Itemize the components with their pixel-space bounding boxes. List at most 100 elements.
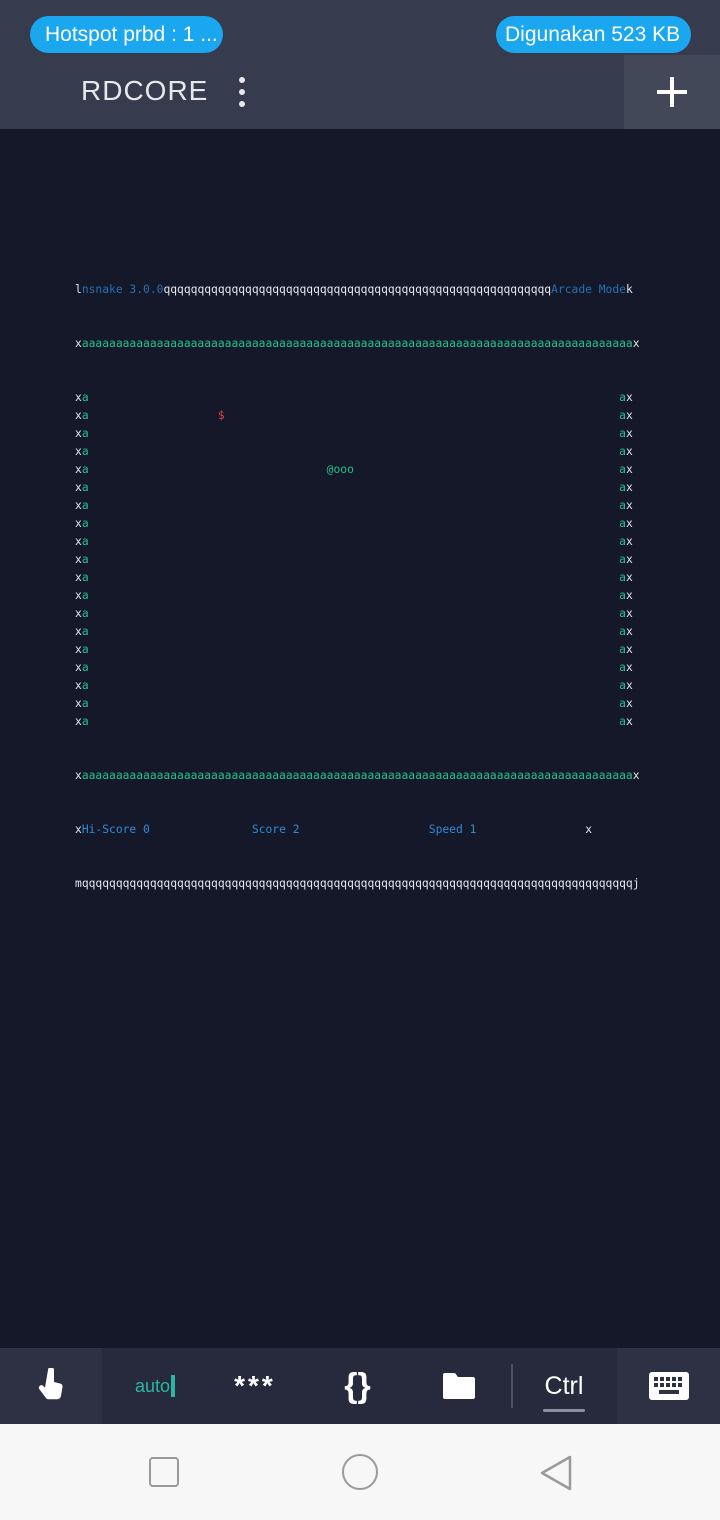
- speed-label: Speed: [428, 823, 463, 836]
- side-char: x: [625, 643, 633, 656]
- corner-char: j: [632, 877, 640, 890]
- side-char: x: [75, 823, 82, 836]
- app-title: RDCORE: [81, 75, 209, 106]
- side-char: x: [625, 679, 633, 692]
- side-char: x: [75, 607, 82, 620]
- side-char: x: [625, 463, 633, 476]
- inner-side-char: a: [619, 409, 626, 422]
- hi-score-value: 0: [143, 823, 150, 836]
- side-char: x: [75, 517, 82, 530]
- hotspot-pill[interactable]: Hotspot prbd : 1 ...: [30, 16, 223, 53]
- game-header-row: lnsnake 3.0.0qqqqqqqqqqqqqqqqqqqqqqqqqqq…: [75, 281, 640, 299]
- inner-wall: aaaaaaaaaaaaaaaaaaaaaaaaaaaaaaaaaaaaaaaa…: [81, 769, 633, 782]
- play-field-row: xa ax: [75, 587, 640, 605]
- corner-char: l: [75, 283, 82, 296]
- inner-side-char: a: [81, 697, 89, 710]
- inner-side-char: a: [619, 571, 626, 584]
- toolbar-divider: [511, 1364, 513, 1408]
- inner-side-char: a: [81, 499, 89, 512]
- side-char: x: [625, 517, 633, 530]
- snake: @ooo: [326, 463, 354, 476]
- inner-side-char: a: [81, 409, 89, 422]
- score-value: 2: [292, 823, 300, 836]
- inner-side-char: a: [619, 607, 626, 620]
- game-version: nsnake 3.0.0: [81, 283, 164, 296]
- inner-side-char: a: [81, 571, 89, 584]
- side-char: x: [625, 607, 633, 620]
- inner-wall: aaaaaaaaaaaaaaaaaaaaaaaaaaaaaaaaaaaaaaaa…: [81, 337, 633, 350]
- game-mode: Arcade Mode: [551, 283, 626, 296]
- inner-side-char: a: [619, 499, 626, 512]
- play-field: xa ax xa $ ax xa ax xa ax xa @ooo ax xa …: [75, 389, 640, 731]
- side-char: x: [625, 715, 633, 728]
- side-char: x: [625, 553, 633, 566]
- side-char: x: [625, 499, 633, 512]
- ctrl-key-button[interactable]: Ctrl: [520, 1348, 608, 1424]
- play-field-row: xa ax: [75, 551, 640, 569]
- play-field-row: xa ax: [75, 443, 640, 461]
- side-char: x: [632, 337, 640, 350]
- inner-side-char: a: [619, 391, 626, 404]
- triangle-back-icon[interactable]: [538, 1454, 574, 1492]
- inner-wall-top-row: xaaaaaaaaaaaaaaaaaaaaaaaaaaaaaaaaaaaaaaa…: [75, 335, 640, 353]
- snippets-button[interactable]: {}: [310, 1348, 405, 1424]
- inner-side-char: a: [81, 607, 89, 620]
- circle-home-icon[interactable]: [342, 1454, 378, 1490]
- score-label: Score: [251, 823, 286, 836]
- speed-value: 1: [469, 823, 477, 836]
- side-char: x: [75, 661, 82, 674]
- inner-side-char: a: [81, 517, 89, 530]
- more-vert-icon[interactable]: [226, 71, 258, 113]
- terminal-screen[interactable]: lnsnake 3.0.0 qqqqqqqqqqqqqqqqqqqqqqqqqqq…: [75, 245, 640, 911]
- files-button[interactable]: [410, 1348, 508, 1424]
- food-item: $: [217, 409, 225, 422]
- inner-side-char: a: [619, 643, 626, 656]
- play-field-row: xa ax: [75, 623, 640, 641]
- bottom-border-row: mqqqqqqqqqqqqqqqqqqqqqqqqqqqqqqqqqqqqqqq…: [75, 875, 640, 893]
- inner-side-char: a: [81, 715, 89, 728]
- keyboard-toggle-button[interactable]: [617, 1348, 720, 1424]
- side-char: x: [75, 409, 82, 422]
- inner-side-char: a: [619, 427, 626, 440]
- add-session-button[interactable]: [624, 55, 720, 129]
- bottom-border: qqqqqqqqqqqqqqqqqqqqqqqqqqqqqqqqqqqqqqqq…: [81, 877, 633, 890]
- data-usage-pill[interactable]: Digunakan 523 KB: [496, 16, 691, 53]
- square-recents-icon[interactable]: [149, 1457, 179, 1487]
- side-char: x: [75, 445, 82, 458]
- hi-score-label: Hi-Score: [81, 823, 137, 836]
- inner-side-char: a: [81, 625, 89, 638]
- corner-char: m: [75, 877, 82, 890]
- inner-side-char: a: [619, 553, 626, 566]
- auto-mode-button[interactable]: auto: [110, 1348, 200, 1424]
- play-field-row: xa ax: [75, 713, 640, 731]
- password-button[interactable]: ***: [205, 1348, 305, 1424]
- inner-side-char: a: [619, 481, 626, 494]
- inner-side-char: a: [81, 463, 89, 476]
- side-char: x: [75, 643, 82, 656]
- status-bar: Hotspot prbd : 1 ... Digunakan 523 KB: [0, 0, 720, 55]
- inner-side-char: a: [619, 517, 626, 530]
- touch-mode-button[interactable]: [0, 1348, 102, 1424]
- extra-keys-bar: auto *** {} Ctrl: [0, 1348, 720, 1424]
- inner-wall-bottom-row: xaaaaaaaaaaaaaaaaaaaaaaaaaaaaaaaaaaaaaaa…: [75, 767, 640, 785]
- play-field-row: xa ax: [75, 479, 640, 497]
- inner-side-char: a: [81, 481, 89, 494]
- side-char: x: [625, 427, 633, 440]
- side-char: x: [75, 535, 82, 548]
- text-cursor: [171, 1375, 176, 1397]
- inner-side-char: a: [81, 589, 89, 602]
- inner-side-char: a: [81, 445, 89, 458]
- side-char: x: [75, 463, 82, 476]
- inner-side-char: a: [81, 427, 89, 440]
